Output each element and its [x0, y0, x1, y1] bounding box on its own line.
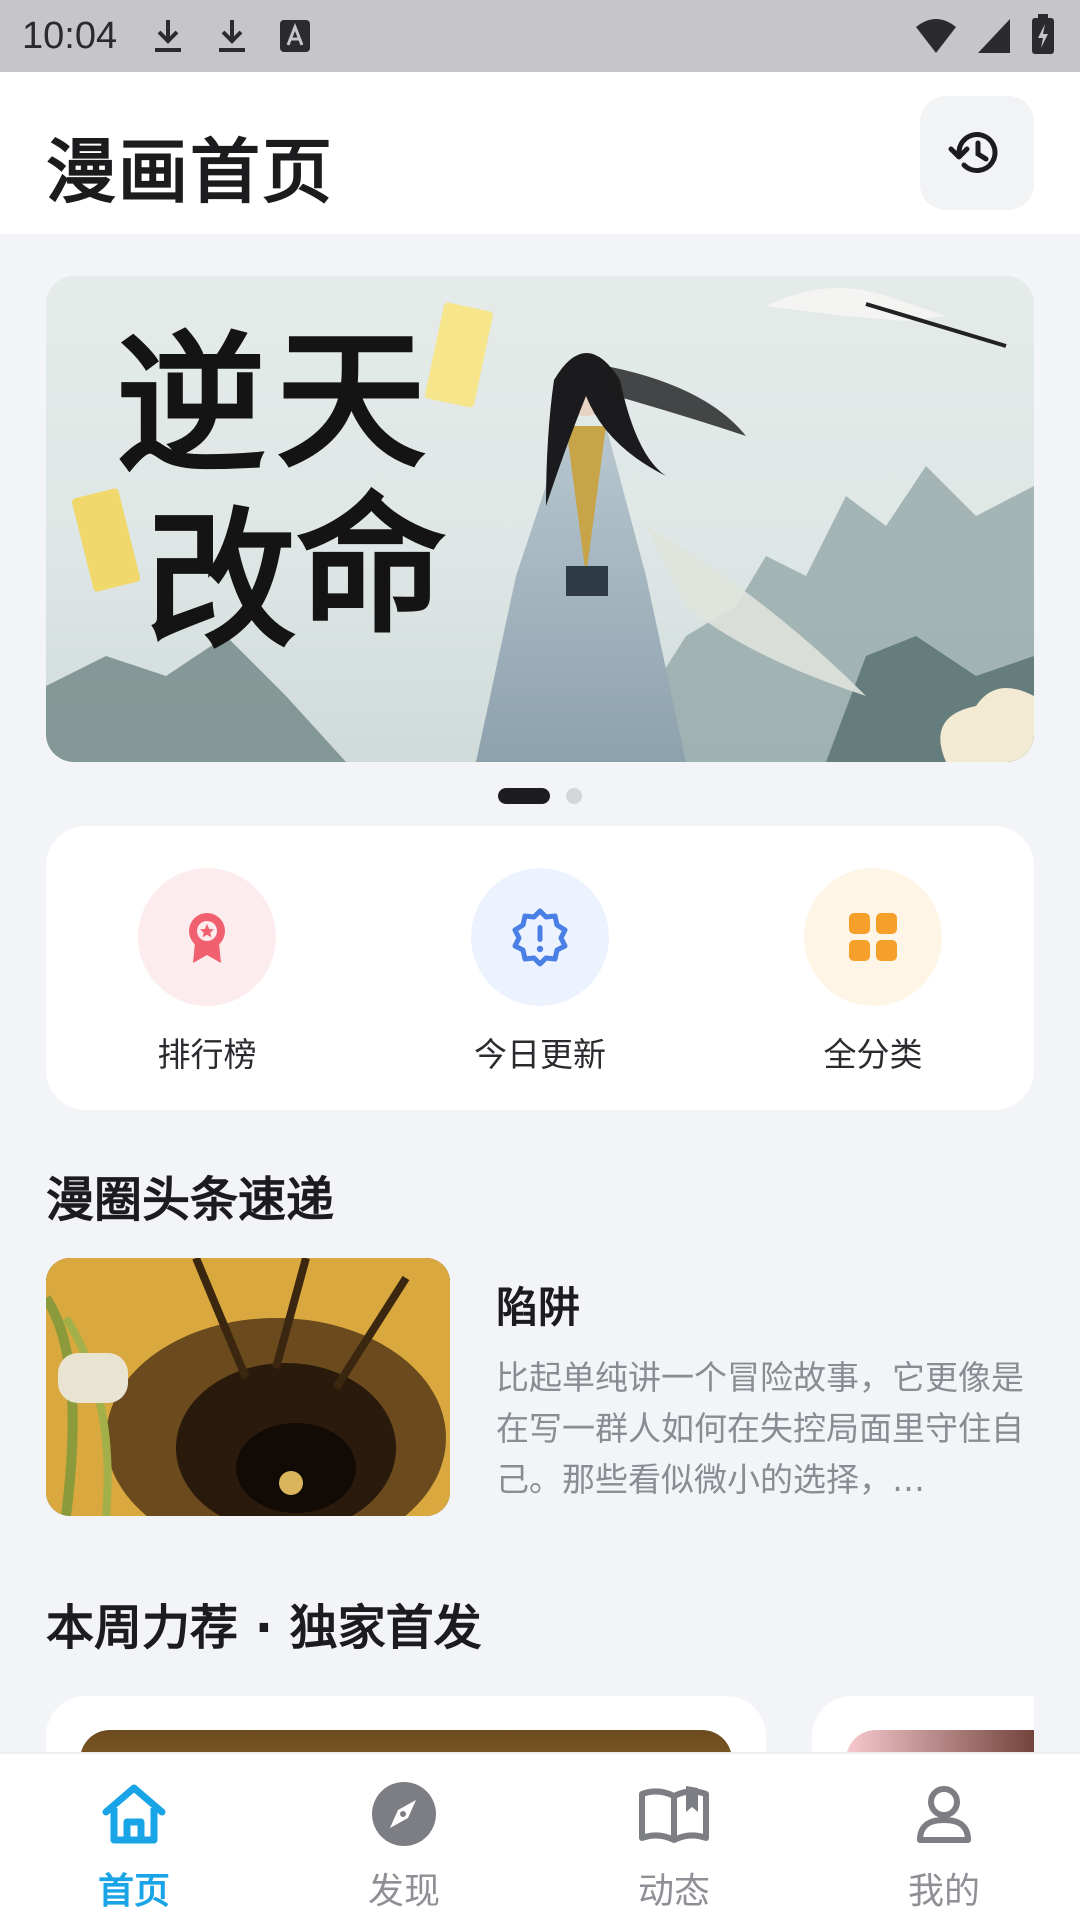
quick-action-label: 全分类	[823, 1035, 923, 1074]
nav-tab-home[interactable]: 首页	[34, 1778, 234, 1914]
bottom-navigation: 首页 发现 动态 我的	[0, 1752, 1080, 1920]
recommend-section-title: 本周力荐 · 独家首发	[46, 1600, 482, 1656]
book-icon	[639, 1786, 709, 1843]
history-button[interactable]	[920, 96, 1034, 210]
page-title: 漫画首页	[46, 131, 334, 213]
quick-action-all-categories[interactable]: 全分类	[763, 868, 983, 1076]
quick-action-icon-bg	[804, 868, 942, 1006]
banner-calligraphy-1: 逆	[116, 317, 267, 493]
battery-icon	[1032, 14, 1054, 54]
quick-action-label: 今日更新	[474, 1035, 606, 1074]
nav-tab-feed[interactable]: 动态	[574, 1778, 774, 1914]
nav-label: 动态	[637, 1871, 710, 1912]
quick-action-icon-bg	[138, 868, 276, 1006]
news-section-title: 漫圈头条速递	[46, 1172, 335, 1228]
nav-label: 首页	[97, 1871, 170, 1912]
grid-icon	[849, 913, 897, 961]
medal-icon	[189, 913, 225, 963]
font-app-icon	[280, 20, 311, 52]
notification-icons	[151, 16, 311, 56]
banner-calligraphy-3: 改	[146, 493, 297, 669]
carousel-dot[interactable]	[566, 788, 582, 804]
quick-action-today-update[interactable]: 今日更新	[430, 868, 650, 1076]
wifi-icon	[916, 19, 956, 53]
quick-action-icon-bg	[471, 868, 609, 1006]
status-time: 10:04	[22, 14, 118, 57]
news-thumbnail[interactable]	[46, 1258, 450, 1516]
history-icon	[948, 132, 998, 174]
download-icon	[219, 20, 246, 52]
news-title[interactable]: 陷阱	[496, 1274, 580, 1335]
badge-alert-icon	[512, 908, 568, 967]
nav-label: 发现	[367, 1871, 440, 1912]
banner-carousel[interactable]: 逆 天 改 命	[46, 276, 1034, 762]
carousel-dot-active[interactable]	[498, 788, 550, 804]
quick-actions-card: 排行榜 今日更新 全分类	[46, 826, 1034, 1110]
banner-calligraphy-4: 命	[296, 478, 447, 654]
nav-tab-discover[interactable]: 发现	[304, 1778, 504, 1914]
system-icons	[914, 14, 1056, 56]
home-icon	[102, 1784, 166, 1844]
download-icon	[155, 20, 182, 52]
status-bar: 10:04	[0, 0, 1080, 72]
compass-icon	[372, 1782, 436, 1846]
nav-tab-profile[interactable]: 我的	[844, 1778, 1044, 1914]
quick-action-label: 排行榜	[157, 1035, 257, 1074]
quick-action-ranking[interactable]: 排行榜	[97, 868, 317, 1076]
nav-label: 我的	[907, 1871, 980, 1912]
news-excerpt: 比起单纯讲一个冒险故事，它更像是在写一群人如何在失控局面里守住自己。那些看似微小…	[496, 1358, 1024, 1499]
signal-icon	[978, 19, 1010, 53]
user-icon	[917, 1786, 971, 1843]
news-cover-artwork	[46, 1258, 450, 1516]
app-header: 漫画首页	[0, 72, 1080, 234]
carousel-indicator	[0, 788, 1080, 804]
banner-calligraphy-2: 天	[276, 313, 427, 489]
